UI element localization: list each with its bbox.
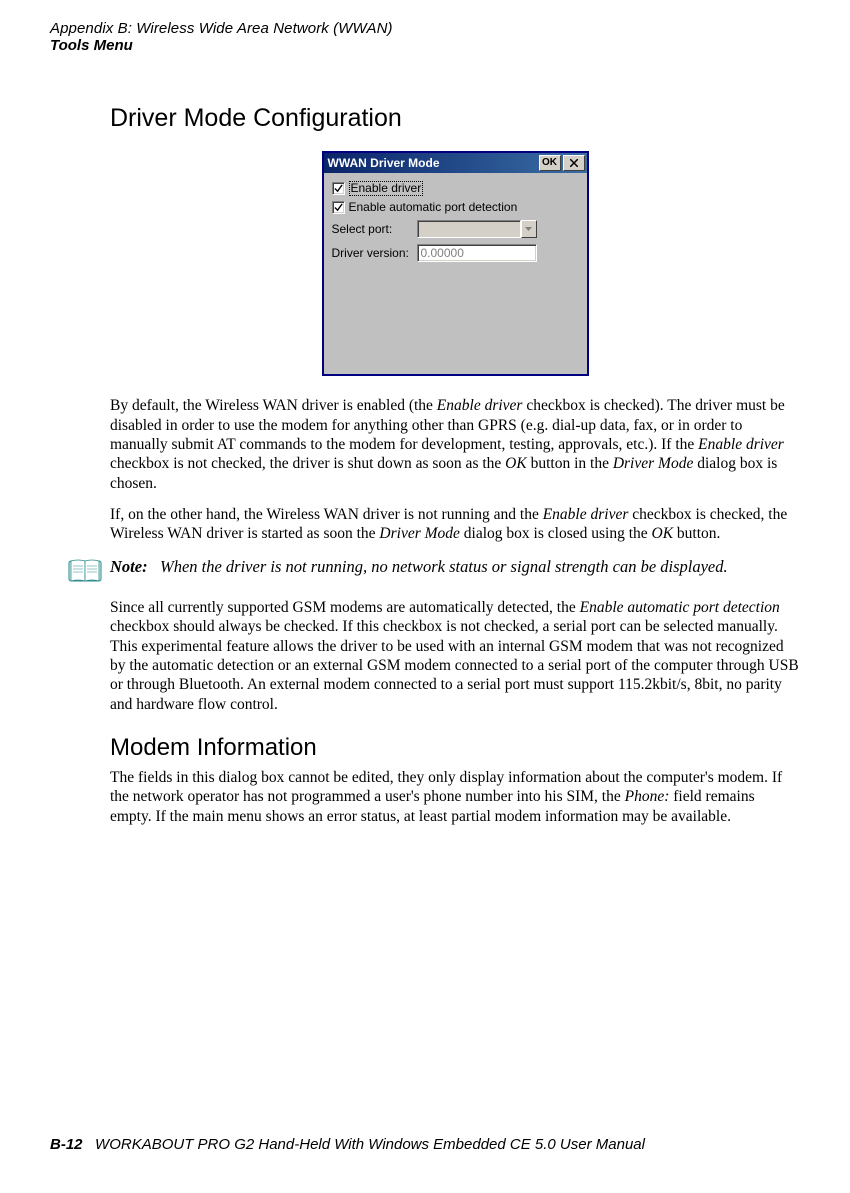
close-icon — [570, 159, 578, 167]
paragraph-driver-not-running: If, on the other hand, the Wireless WAN … — [110, 505, 800, 544]
dropdown-arrow-button[interactable] — [521, 220, 537, 238]
note-text: When the driver is not running, no netwo… — [160, 557, 728, 576]
dialog-titlebar: WWAN Driver Mode OK — [324, 153, 587, 173]
select-port-dropdown[interactable] — [417, 220, 537, 238]
dialog-ok-button[interactable]: OK — [539, 155, 561, 171]
enable-auto-port-checkbox[interactable] — [332, 201, 345, 214]
dialog-wwan-driver-mode: WWAN Driver Mode OK Enable driver — [322, 151, 589, 376]
driver-version-label: Driver version: — [332, 246, 417, 260]
dialog-title: WWAN Driver Mode — [328, 156, 537, 170]
note-label: Note: — [110, 557, 148, 576]
check-icon — [334, 184, 343, 193]
enable-driver-checkbox[interactable] — [332, 182, 345, 195]
paragraph-modem-info: The fields in this dialog box cannot be … — [110, 768, 800, 826]
page-number: B-12 — [50, 1136, 83, 1153]
paragraph-driver-default: By default, the Wireless WAN driver is e… — [110, 396, 800, 493]
book-icon — [68, 558, 102, 584]
check-icon — [334, 203, 343, 212]
enable-driver-label: Enable driver — [349, 181, 424, 196]
note-block: Note: When the driver is not running, no… — [68, 556, 800, 584]
enable-auto-port-label: Enable automatic port detection — [349, 200, 518, 214]
footer-text: WORKABOUT PRO G2 Hand-Held With Windows … — [95, 1136, 645, 1153]
heading-driver-mode: Driver Mode Configuration — [110, 104, 800, 133]
select-port-label: Select port: — [332, 222, 417, 236]
footer: B-12 WORKABOUT PRO G2 Hand-Held With Win… — [50, 1136, 645, 1153]
paragraph-auto-detect: Since all currently supported GSM modems… — [110, 598, 800, 714]
chevron-down-icon — [525, 227, 532, 231]
header-subtitle: Tools Menu — [50, 37, 800, 54]
driver-version-value: 0.00000 — [417, 244, 537, 262]
dialog-close-button[interactable] — [563, 155, 585, 171]
heading-modem-info: Modem Information — [110, 734, 800, 762]
header-appendix: Appendix B: Wireless Wide Area Network (… — [50, 20, 800, 37]
